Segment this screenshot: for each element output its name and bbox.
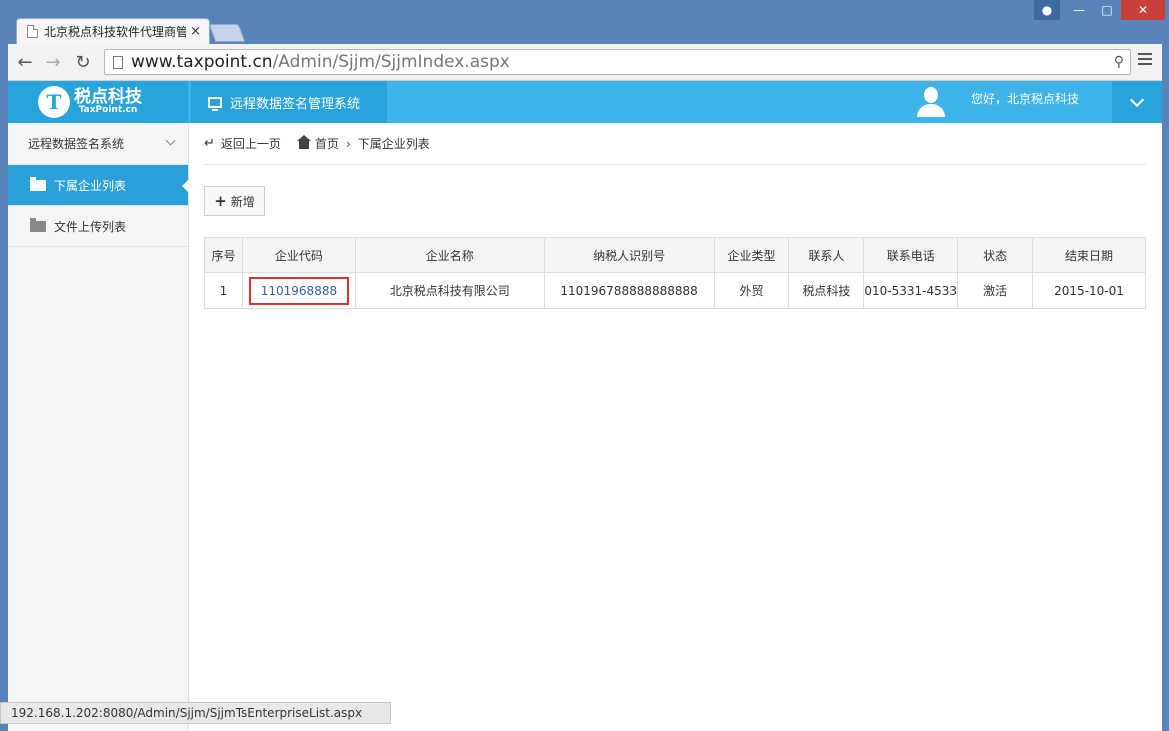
sidebar-group-label: 远程数据签名系统 [28, 137, 125, 151]
back-arrow-icon[interactable]: ← [14, 51, 36, 73]
address-bar[interactable]: www.taxpoint.cn/Admin/Sjjm/SjjmIndex.asp… [104, 49, 1131, 75]
table-cell: 北京税点科技有限公司 [354, 272, 545, 309]
key-icon[interactable]: ⚲ [1114, 54, 1124, 70]
table-cell: 110196788888888888 [543, 272, 715, 309]
table-cell: 1 [204, 272, 243, 309]
main-content: ↵ 返回上一页 首页 › 下属企业列表 + 新增 序号 企业代码 企业名称 纳税… [204, 123, 1146, 309]
folder-icon [30, 217, 46, 232]
document-icon [27, 25, 38, 38]
column-header: 状态 [957, 237, 1034, 273]
user-greeting: 您好，北京税点科技 [971, 92, 1080, 106]
breadcrumb-current: 下属企业列表 [357, 137, 430, 151]
enterprise-code-link[interactable]: 1101968888 [248, 276, 350, 305]
table-cell: 激活 [957, 272, 1034, 309]
app-window: T 税点科技 TaxPoint.cn 远程数据签名管理系统 您好，北京税点科技 … [8, 81, 1162, 731]
logo-cn: 税点科技 [74, 87, 142, 107]
logo-en: TaxPoint.cn [78, 105, 138, 115]
sidebar-item-file-upload-list[interactable]: 文件上传列表 [8, 206, 188, 247]
sidebar-item-label: 文件上传列表 [54, 219, 127, 234]
hamburger-menu-icon[interactable] [1138, 53, 1152, 67]
close-window-button[interactable]: ✕ [1121, 0, 1165, 20]
tab-close-icon[interactable]: × [190, 24, 201, 39]
browser-titlebar: 北京税点科技软件代理商管 × ● — □ ✕ [0, 0, 1169, 44]
new-tab-button[interactable] [208, 24, 246, 42]
table-cell: 1101968888 [241, 272, 356, 309]
column-header: 结束日期 [1032, 237, 1146, 273]
logo-mark-icon: T [38, 86, 70, 118]
system-name: 远程数据签名管理系统 [230, 96, 361, 112]
browser-tab[interactable]: 北京税点科技软件代理商管 × [16, 18, 210, 44]
url-host: www.taxpoint.cn [131, 52, 273, 72]
table-cell: 2015-10-01 [1032, 272, 1146, 309]
sidebar-group[interactable]: 远程数据签名系统 [8, 123, 188, 165]
column-header: 企业名称 [354, 237, 545, 273]
add-button[interactable]: + 新增 [204, 186, 265, 216]
column-header: 联系人 [788, 237, 865, 273]
status-bar: 192.168.1.202:8080/Admin/Sjjm/SjjmTsEnte… [0, 702, 391, 724]
forward-arrow-icon[interactable]: → [42, 51, 64, 73]
folder-icon [30, 176, 46, 191]
url-path: /Admin/Sjjm/SjjmIndex.aspx [272, 52, 510, 72]
browser-toolbar: ← → ↻ www.taxpoint.cn/Admin/Sjjm/SjjmInd… [8, 44, 1162, 81]
tab-title: 北京税点科技软件代理商管 [44, 25, 187, 39]
system-tab[interactable]: 远程数据签名管理系统 [191, 81, 387, 123]
table-cell: 税点科技 [788, 272, 865, 309]
breadcrumb: ↵ 返回上一页 首页 › 下属企业列表 [204, 123, 1146, 165]
table-header-row: 序号 企业代码 企业名称 纳税人识别号 企业类型 联系人 联系电话 状态 结束日… [204, 237, 1146, 273]
sidebar-item-label: 下属企业列表 [54, 178, 127, 193]
enterprise-table: 序号 企业代码 企业名称 纳税人识别号 企业类型 联系人 联系电话 状态 结束日… [204, 237, 1146, 309]
return-arrow-icon: ↵ [204, 136, 215, 151]
add-button-label: 新增 [230, 194, 255, 209]
plus-icon: + [214, 192, 227, 210]
minimize-button[interactable]: — [1066, 0, 1092, 20]
table-cell: 外贸 [713, 272, 790, 309]
table-row: 1 1101968888 北京税点科技有限公司 1101967888888888… [204, 272, 1146, 309]
back-link[interactable]: ↵ 返回上一页 [204, 135, 281, 152]
logo[interactable]: T 税点科技 TaxPoint.cn [8, 81, 188, 123]
column-header: 纳税人识别号 [543, 237, 715, 273]
page-icon [113, 55, 123, 69]
column-header: 企业类型 [713, 237, 790, 273]
chevron-right-icon: › [345, 136, 351, 151]
column-header: 联系电话 [863, 237, 959, 273]
breadcrumb-home[interactable]: 首页 [315, 135, 339, 152]
sidebar: 远程数据签名系统 下属企业列表 文件上传列表 [8, 123, 189, 731]
user-icon[interactable]: ● [1034, 0, 1060, 20]
home-icon [296, 135, 311, 149]
monitor-icon [208, 96, 222, 111]
app-header: T 税点科技 TaxPoint.cn 远程数据签名管理系统 您好，北京税点科技 [8, 81, 1162, 123]
user-avatar-icon[interactable] [916, 87, 946, 117]
chevron-down-icon [1129, 92, 1145, 107]
reload-icon[interactable]: ↻ [72, 51, 94, 73]
chevron-down-icon [165, 135, 176, 146]
sidebar-item-enterprise-list[interactable]: 下属企业列表 [8, 165, 189, 206]
table-cell: 010-5331-4533 [863, 272, 959, 309]
column-header: 序号 [204, 237, 243, 273]
back-label: 返回上一页 [220, 137, 281, 151]
maximize-button[interactable]: □ [1094, 0, 1120, 20]
column-header: 企业代码 [241, 237, 356, 273]
header-dropdown-button[interactable] [1112, 81, 1162, 123]
